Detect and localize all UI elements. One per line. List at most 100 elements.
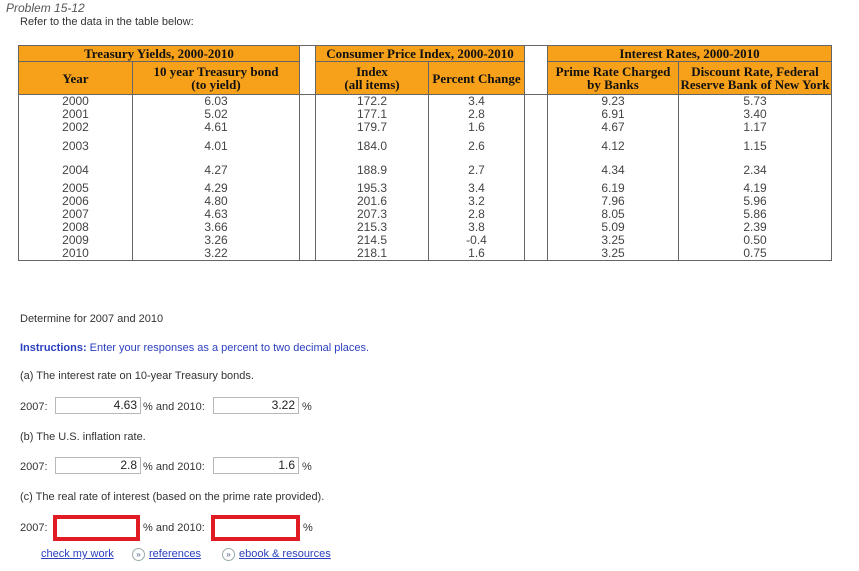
label-2007: 2007:	[20, 522, 48, 534]
spacer-cell	[299, 108, 316, 121]
instructions-label: Instructions:	[20, 342, 87, 354]
table-cell: 1.17	[678, 121, 832, 134]
table-row: 2002 4.61 179.7 1.6 4.67 1.17	[18, 121, 832, 134]
spacer-cell	[299, 221, 316, 234]
group-header-cpi: Consumer Price Index, 2000-2010	[315, 45, 525, 62]
spacer-cell	[524, 121, 548, 134]
table-cell: 2003	[18, 134, 133, 158]
col-header-line: (to yield)	[191, 77, 241, 92]
col-header-line: (all items)	[344, 77, 400, 92]
table-row: 2008 3.66 215.3 3.8 5.09 2.39	[18, 221, 832, 234]
label-2007: 2007:	[20, 401, 48, 413]
spacer-cell	[524, 221, 548, 234]
table-cell: 2002	[18, 121, 133, 134]
table-cell: 2004	[18, 158, 133, 182]
table-cell: 218.1	[315, 247, 429, 261]
determine-text: Determine for 2007 and 2010	[20, 313, 164, 325]
references-link[interactable]: references	[149, 548, 201, 560]
spacer-cell	[299, 182, 316, 195]
group-header-treasury: Treasury Yields, 2000-2010	[18, 45, 300, 62]
table-cell: 4.27	[132, 158, 300, 182]
spacer-cell	[524, 247, 548, 261]
table-row: 2000 6.03 172.2 3.4 9.23 5.73	[18, 94, 832, 108]
table-row: 2006 4.80 201.6 3.2 7.96 5.96	[18, 195, 832, 208]
spacer-cell	[524, 234, 548, 247]
problem-intro: Refer to the data in the table below:	[20, 16, 194, 28]
spacer-cell	[299, 234, 316, 247]
label-pct-and-2010: % and 2010:	[143, 522, 205, 534]
spacer-cell	[524, 158, 548, 182]
table-cell: 188.9	[315, 158, 429, 182]
table-body: 2000 6.03 172.2 3.4 9.23 5.73 2001 5.02 177.1 2.8…	[18, 94, 832, 261]
table-cell: 3.25	[547, 247, 679, 261]
col-header-treasury: 10 year Treasury bond (to yield)	[132, 61, 300, 95]
expand-icon: »	[132, 548, 145, 561]
table-cell: 1.6	[428, 121, 525, 134]
label-pct: %	[302, 401, 312, 413]
table-cell: 4.61	[132, 121, 300, 134]
table-cell: 2.6	[428, 134, 525, 158]
spacer-cell	[299, 195, 316, 208]
table-cell: 3.22	[132, 247, 300, 261]
table-row: 2003 4.01 184.0 2.6 4.12 1.15	[18, 134, 832, 158]
problem-title: Problem 15-12	[6, 1, 85, 15]
table-row: 2001 5.02 177.1 2.8 6.91 3.40	[18, 108, 832, 121]
table-cell: 179.7	[315, 121, 429, 134]
answer-b-2007-input[interactable]: 2.8	[55, 457, 141, 474]
table-row: 2009 3.26 214.5 -0.4 3.25 0.50	[18, 234, 832, 247]
instructions: Instructions: Enter your responses as a …	[20, 342, 369, 354]
table-cell: 4.12	[547, 134, 679, 158]
col-header-cpi-index: Index (all items)	[315, 61, 429, 95]
answer-a-2007-input[interactable]: 4.63	[55, 397, 141, 414]
table-cell: 172.2	[315, 94, 429, 108]
label-pct-and-2010: % and 2010:	[143, 401, 205, 413]
col-header-year: Year	[18, 61, 133, 95]
table-cell: 4.67	[547, 121, 679, 134]
table-cell: 1.6	[428, 247, 525, 261]
answer-c-2007-input[interactable]	[53, 515, 140, 541]
table-cell: 6.03	[132, 94, 300, 108]
spacer	[299, 45, 316, 95]
answer-b-2010-input[interactable]: 1.6	[213, 457, 299, 474]
spacer-cell	[524, 108, 548, 121]
ebook-resources-link[interactable]: ebook & resources	[239, 548, 331, 560]
table-cell: 4.34	[547, 158, 679, 182]
spacer-cell	[299, 208, 316, 221]
col-header-line: by Banks	[587, 77, 639, 92]
col-header-prime: Prime Rate Charged by Banks	[547, 61, 679, 95]
table-row: 2007 4.63 207.3 2.8 8.05 5.86	[18, 208, 832, 221]
table-cell: 1.15	[678, 134, 832, 158]
question-c: (c) The real rate of interest (based on …	[20, 491, 325, 503]
table-cell: 2010	[18, 247, 133, 261]
spacer-cell	[299, 94, 316, 108]
col-header-line: Reserve Bank of New York	[680, 77, 830, 92]
spacer	[524, 45, 548, 95]
check-my-work-link[interactable]: check my work	[41, 548, 114, 560]
table-row: 2010 3.22 218.1 1.6 3.25 0.75	[18, 247, 832, 261]
table-cell: 2.34	[678, 158, 832, 182]
spacer-cell	[524, 94, 548, 108]
spacer-cell	[299, 158, 316, 182]
spacer-cell	[524, 208, 548, 221]
data-table: Treasury Yields, 2000-2010 Consumer Pric…	[18, 45, 832, 261]
table-row: 2004 4.27 188.9 2.7 4.34 2.34	[18, 158, 832, 182]
table-cell: 9.23	[547, 94, 679, 108]
table-cell: 4.01	[132, 134, 300, 158]
spacer-cell	[299, 134, 316, 158]
expand-icon: »	[222, 548, 235, 561]
table-cell: 2.7	[428, 158, 525, 182]
table-row: 2005 4.29 195.3 3.4 6.19 4.19	[18, 182, 832, 195]
table-cell: 3.4	[428, 94, 525, 108]
table-cell: 0.75	[678, 247, 832, 261]
question-b: (b) The U.S. inflation rate.	[20, 431, 146, 443]
label-pct: %	[303, 522, 313, 534]
table-cell: 2000	[18, 94, 133, 108]
question-a: (a) The interest rate on 10-year Treasur…	[20, 370, 254, 382]
label-pct: %	[302, 461, 312, 473]
table-cell: 184.0	[315, 134, 429, 158]
spacer-cell	[299, 247, 316, 261]
answer-c-2010-input[interactable]	[211, 515, 300, 541]
answer-a-2010-input[interactable]: 3.22	[213, 397, 299, 414]
spacer-cell	[299, 121, 316, 134]
group-header-interest: Interest Rates, 2000-2010	[547, 45, 832, 62]
